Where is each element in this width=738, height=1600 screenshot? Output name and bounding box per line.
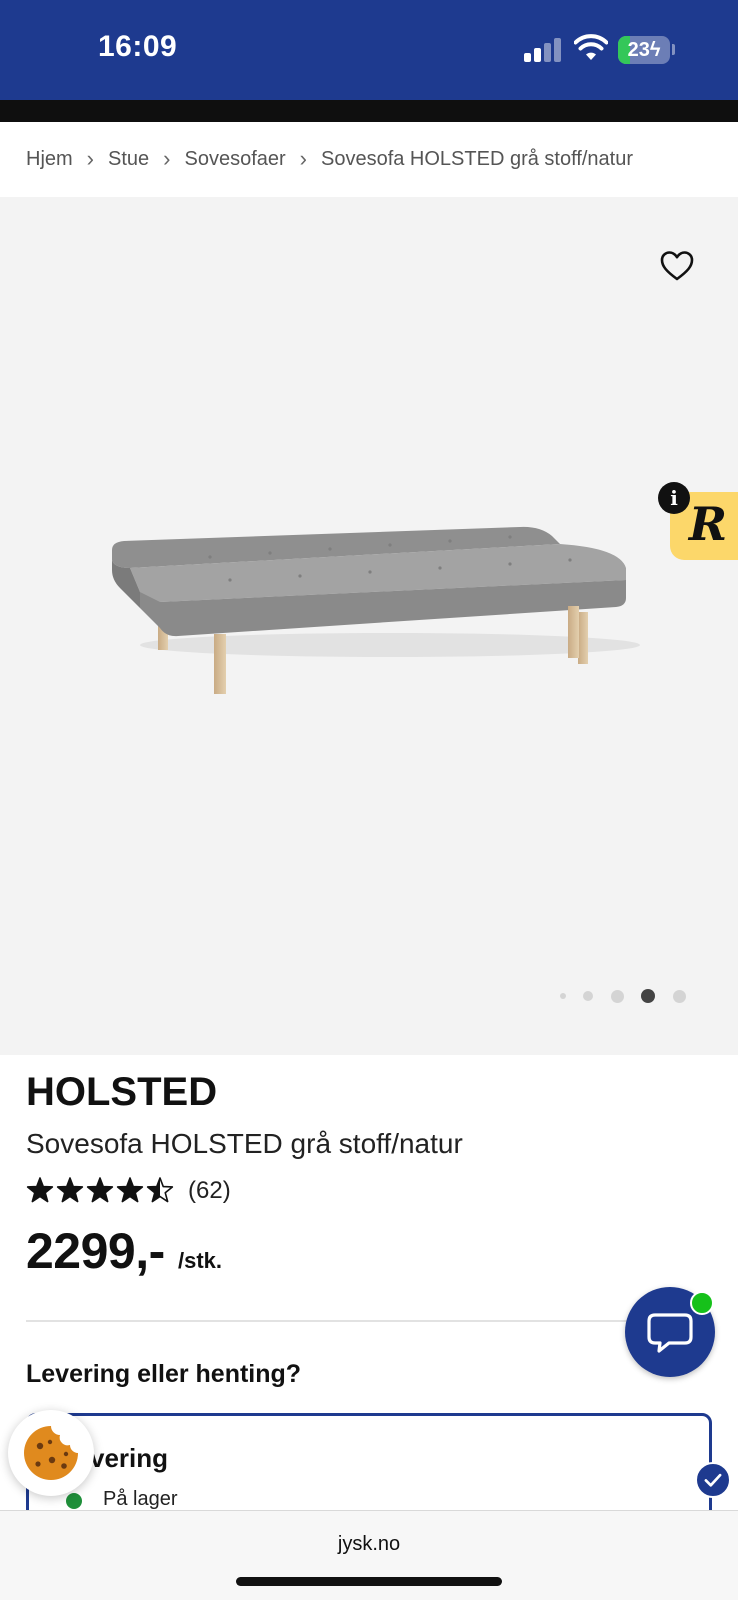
product-image-sofa [112, 526, 640, 694]
star-icon [26, 1177, 54, 1203]
star-icon [146, 1177, 174, 1203]
pagination-dot[interactable] [583, 991, 593, 1001]
stock-status: På lager [103, 1488, 178, 1510]
star-icon [116, 1177, 144, 1203]
check-icon [695, 1462, 731, 1498]
pagination-dot[interactable] [641, 989, 655, 1003]
gallery-pagination[interactable] [0, 986, 738, 1006]
status-bar: 16:09 23ϟ [0, 0, 738, 100]
r-widget-logo[interactable]: R [680, 497, 736, 551]
price-unit: /stk. [178, 1248, 223, 1273]
chevron-right-icon: › [86, 146, 94, 171]
chevron-right-icon: › [299, 146, 307, 171]
cellular-signal-icon [524, 38, 562, 62]
review-count[interactable]: (62) [188, 1177, 231, 1205]
cookie-icon [24, 1426, 78, 1480]
bolt-icon: ϟ [649, 39, 661, 61]
cookie-settings-button[interactable] [8, 1410, 94, 1496]
product-brand: HOLSTED [26, 1070, 218, 1114]
product-name: Sovesofa HOLSTED grå stoff/natur [26, 1128, 463, 1159]
battery-cap [672, 44, 675, 55]
pagination-dot[interactable] [610, 989, 624, 1003]
wifi-icon [574, 34, 608, 60]
heart-outline-icon[interactable] [660, 250, 694, 282]
breadcrumb-item-stue[interactable]: Stue [108, 148, 149, 171]
rating-stars [26, 1177, 174, 1203]
delivery-heading: Levering eller henting? [26, 1360, 302, 1388]
breadcrumb: Hjem › Stue › Sovesofaer › Sovesofa HOLS… [26, 122, 633, 196]
breadcrumb-item-sovesofaer[interactable]: Sovesofaer [184, 148, 285, 171]
chat-online-indicator [690, 1291, 714, 1315]
star-icon [56, 1177, 84, 1203]
header-strip [0, 100, 738, 122]
breadcrumb-item-current: Sovesofa HOLSTED grå stoff/natur [320, 147, 633, 170]
breadcrumb-item-home[interactable]: Hjem [26, 148, 73, 171]
star-icon [86, 1177, 114, 1203]
section-divider [26, 1320, 642, 1322]
browser-url[interactable]: jysk.no [0, 1533, 738, 1556]
pagination-dot[interactable] [672, 989, 686, 1003]
chevron-right-icon: › [163, 146, 171, 171]
product-price: 2299,- [26, 1223, 165, 1279]
info-icon[interactable]: i [658, 482, 690, 514]
product-rating[interactable]: (62) [26, 1174, 231, 1208]
battery-percentage: 23 [627, 39, 650, 61]
home-indicator[interactable] [236, 1577, 502, 1586]
pagination-dot[interactable] [560, 993, 566, 999]
battery-icon: 23ϟ [618, 36, 670, 64]
delivery-option-label[interactable]: vering [90, 1443, 168, 1474]
status-time: 16:09 [98, 30, 178, 63]
